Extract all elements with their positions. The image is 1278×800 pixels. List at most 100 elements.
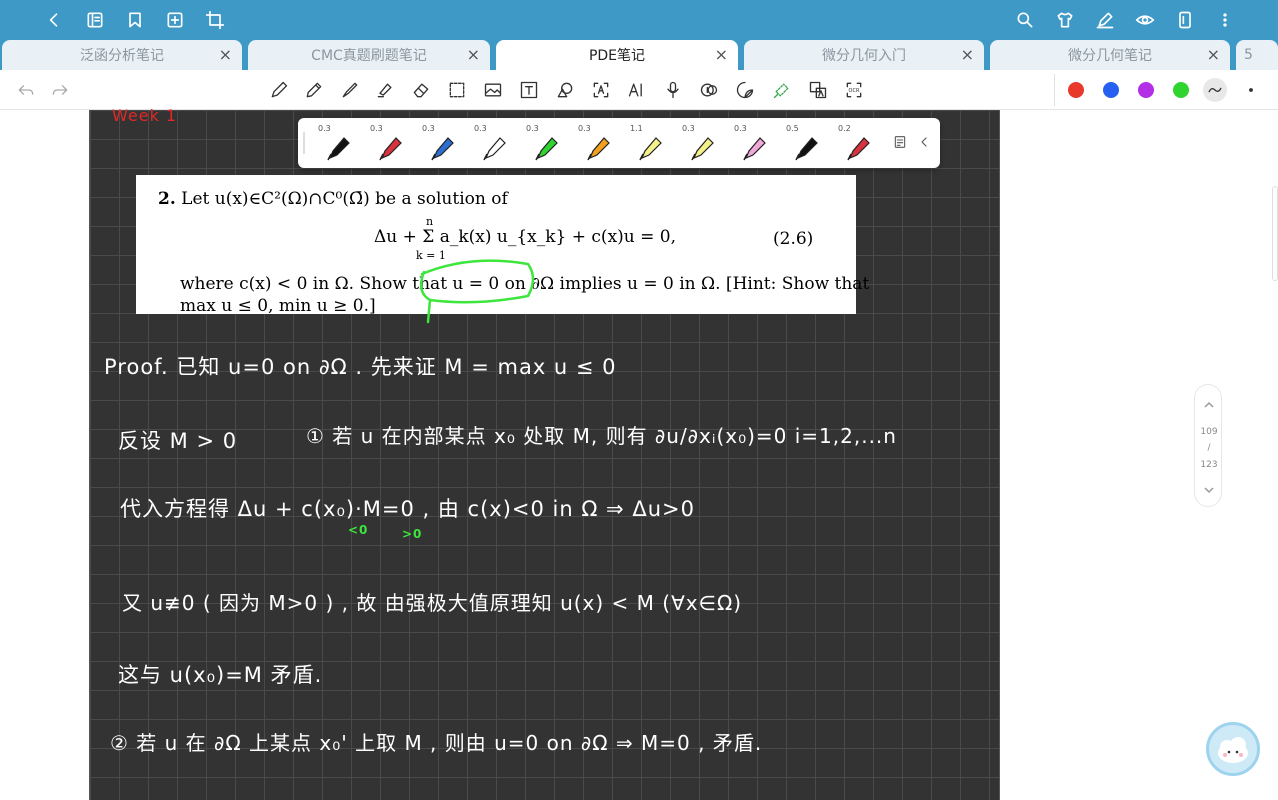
pen-width-label: 0.3 — [318, 124, 331, 133]
close-icon[interactable]: × — [467, 46, 480, 64]
pen-preset[interactable]: 0.3 — [408, 118, 460, 168]
undo-icon[interactable] — [14, 78, 38, 102]
pen-settings-icon[interactable] — [888, 130, 912, 154]
image-icon[interactable] — [481, 78, 505, 102]
tab-label: 泛函分析笔记 — [80, 48, 164, 64]
pen-width-label: 0.3 — [734, 124, 747, 133]
mic-icon[interactable] — [661, 78, 685, 102]
eye-icon[interactable] — [1133, 8, 1157, 32]
tab-overflow[interactable]: 5 — [1236, 40, 1278, 70]
pen-width-label: 0.3 — [474, 124, 487, 133]
pen-preset[interactable]: 0.3 — [304, 118, 356, 168]
pen-edit-icon[interactable] — [1093, 8, 1117, 32]
hw-case2-line: ② 若 u 在 ∂Ω 上某点 x₀' 上取 M , 则由 u=0 on ∂Ω ⇒… — [110, 731, 763, 755]
hw-assume-line: 反设 M > 0 — [118, 429, 238, 453]
problem-number: 2. — [158, 189, 176, 209]
hw-green-lt0: <0 — [348, 523, 369, 537]
pen-panel: 0.3 0.3 0.3 0.3 0.3 0.3 1.1 0.3 0.3 0.5 0.2 — [298, 118, 940, 168]
current-page: 109 — [1200, 427, 1218, 437]
pen-icon — [639, 137, 662, 161]
tab-diff-geo-intro[interactable]: 微分几何入门 × — [744, 40, 984, 70]
crop-icon[interactable] — [203, 8, 227, 32]
pen-preset[interactable]: 0.5 — [772, 118, 824, 168]
ocr-icon[interactable]: OCR — [842, 78, 866, 102]
lasso-icon[interactable] — [445, 78, 469, 102]
tape-icon[interactable] — [770, 78, 794, 102]
ai-icon[interactable] — [625, 78, 649, 102]
text-icon[interactable] — [517, 78, 541, 102]
page-separator: / — [1207, 443, 1211, 453]
more-icon[interactable] — [1213, 8, 1237, 32]
pen-preset[interactable]: 1.1 — [616, 118, 668, 168]
shirt-icon[interactable] — [1053, 8, 1077, 32]
hw-proof-line: Proof. 已知 u=0 on ∂Ω . 先来证 M = max u ≤ 0 — [104, 355, 617, 379]
side-scroll-handle[interactable] — [1272, 186, 1278, 281]
audio-record-icon[interactable] — [697, 78, 721, 102]
collapse-panel-icon[interactable] — [912, 130, 936, 154]
pen-width-label: 1.1 — [630, 124, 643, 133]
color-swatch-red[interactable] — [1068, 82, 1084, 98]
green-circle-annotation — [419, 259, 535, 324]
redo-icon[interactable] — [48, 78, 72, 102]
outline-icon[interactable] — [83, 8, 107, 32]
tab-label: 微分几何入门 — [822, 48, 906, 64]
pen-icon — [691, 137, 714, 161]
search-icon[interactable] — [1013, 8, 1037, 32]
eraser-icon[interactable] — [409, 78, 433, 102]
pencil-icon[interactable] — [302, 78, 326, 102]
highlighter-icon[interactable] — [373, 78, 397, 102]
pen-preset[interactable]: 0.3 — [356, 118, 408, 168]
pen-preset[interactable]: 0.3 — [668, 118, 720, 168]
tab-functional-analysis[interactable]: 泛函分析笔记 × — [2, 40, 242, 70]
stroke-style-icon[interactable] — [1203, 78, 1227, 102]
hw-green-gt0: >0 — [402, 527, 423, 541]
color-swatch-purple[interactable] — [1138, 82, 1154, 98]
pen-width-label: 0.3 — [370, 124, 383, 133]
color-swatch-green[interactable] — [1173, 82, 1189, 98]
pen-preset[interactable]: 0.3 — [460, 118, 512, 168]
page-down-icon[interactable] — [1201, 482, 1217, 498]
tab-diff-geo-notes[interactable]: 微分几何笔记 × — [990, 40, 1230, 70]
add-page-icon[interactable] — [163, 8, 187, 32]
hw-case1-line: ① 若 u 在内部某点 x₀ 处取 M, 则有 ∂u/∂xᵢ(x₀)=0 i=1… — [306, 424, 897, 448]
close-icon[interactable]: × — [715, 46, 728, 64]
tab-pde[interactable]: PDE笔记 × — [496, 40, 738, 70]
pen-preset[interactable]: 0.3 — [564, 118, 616, 168]
page-up-icon[interactable] — [1201, 397, 1217, 413]
stroke-size-icon[interactable] — [1239, 78, 1263, 102]
text-recognize-icon[interactable] — [589, 78, 613, 102]
equation-number: (2.6) — [773, 229, 814, 249]
equation-text: Δu + Σ a_k(x) u_{x_k} + c(x)u = 0, — [374, 227, 677, 247]
pen-icon — [379, 137, 402, 161]
close-icon[interactable]: × — [219, 46, 232, 64]
bookmark-icon[interactable] — [123, 8, 147, 32]
pen-width-label: 0.3 — [526, 124, 539, 133]
assistant-mascot-icon[interactable] — [1206, 722, 1260, 776]
tool-bar: OCR — [0, 70, 1278, 110]
brush-icon[interactable] — [338, 78, 362, 102]
pen-preset[interactable]: 0.3 — [720, 118, 772, 168]
pen-icon[interactable] — [267, 78, 291, 102]
tab-label: PDE笔记 — [588, 48, 646, 64]
toolbar-divider — [1054, 74, 1055, 106]
tab-cmc[interactable]: CMC真题刷题笔记 × — [248, 40, 490, 70]
sticker-icon[interactable] — [733, 78, 757, 102]
translate-icon[interactable] — [806, 78, 830, 102]
page-layout-icon[interactable] — [1173, 8, 1197, 32]
sum-upper: n — [426, 215, 434, 228]
pen-width-label: 0.3 — [578, 124, 591, 133]
svg-text:OCR: OCR — [849, 88, 860, 94]
pen-icon — [327, 137, 350, 161]
tab-label: 微分几何笔记 — [1068, 48, 1152, 64]
back-icon[interactable] — [42, 8, 66, 32]
color-swatch-blue[interactable] — [1103, 82, 1119, 98]
pen-icon — [535, 137, 558, 161]
shape-icon[interactable] — [553, 78, 577, 102]
close-icon[interactable]: × — [961, 46, 974, 64]
handwritten-week-label: Week 1 — [112, 106, 178, 125]
pen-icon — [483, 137, 506, 161]
pen-preset[interactable]: 0.3 — [512, 118, 564, 168]
problem-statement-line-1: 2. Let u(x)∈C²(Ω)∩C⁰(Ω̄) be a solution o… — [158, 189, 508, 209]
pen-preset[interactable]: 0.2 — [824, 118, 876, 168]
close-icon[interactable]: × — [1207, 46, 1220, 64]
